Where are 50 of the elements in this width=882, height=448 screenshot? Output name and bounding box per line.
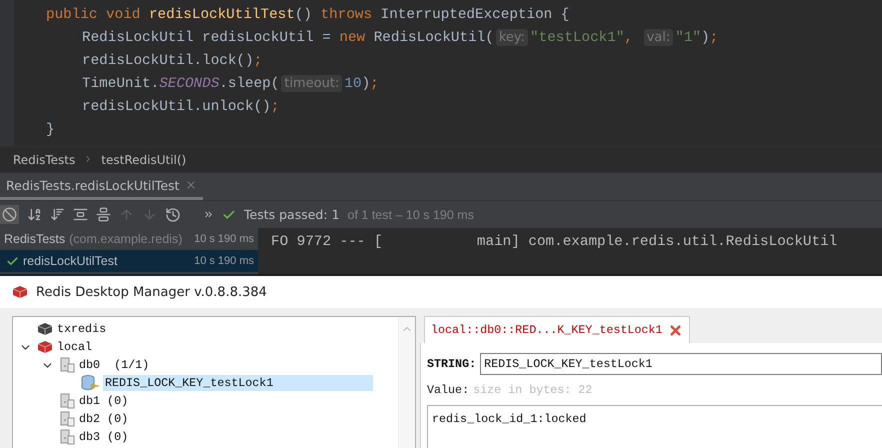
tree-item[interactable]: txredis	[57, 322, 106, 336]
test-duration: 10 s 190 ms	[194, 233, 254, 245]
tree-item[interactable]: db0 (1/1)	[79, 358, 150, 372]
close-icon[interactable]	[668, 322, 684, 338]
test-tree-row[interactable]: redisLockUtilTest 10 s 190 ms	[0, 250, 258, 272]
tree-item[interactable]: REDIS_LOCK_KEY_testLock1	[103, 375, 374, 391]
more-chevrons-icon[interactable]	[203, 209, 214, 220]
test-count: 1	[332, 207, 340, 222]
database-server-icon	[59, 393, 75, 409]
code-line: RedisLockUtil redisLockUtil = new RedisLockUtil( key: "testLock1", val: "1");	[81, 28, 720, 48]
key-tab[interactable]: local::db0::RED...K_KEY_testLock1	[424, 316, 690, 343]
history-clock-icon[interactable]	[165, 206, 181, 222]
collapse-all-icon[interactable]	[96, 207, 111, 222]
code-line: redisLockUtil.lock();	[81, 52, 264, 70]
window-title: Redis Desktop Manager v.0.8.8.384	[36, 284, 267, 300]
sort-alphabetically-icon[interactable]	[27, 207, 42, 222]
value-field[interactable]: redis_lock_id_1:locked	[427, 405, 882, 448]
tree-item[interactable]: db1 (0)	[79, 394, 128, 408]
test-summary: of 1 test – 10 s 190 ms	[348, 208, 474, 222]
database-server-icon	[59, 411, 75, 427]
scrollbar[interactable]	[398, 317, 415, 448]
value-size-label: size in bytes: 22	[473, 383, 592, 397]
check-icon	[222, 208, 236, 222]
test-package: (com.example.redis)	[69, 232, 182, 246]
code-line: redisLockUtil.unlock();	[81, 98, 280, 116]
tree-item[interactable]: db3 (0)	[79, 430, 128, 444]
code-line: public void redisLockUtilTest() throws InterruptedException {	[45, 6, 570, 24]
app-logo-icon	[12, 285, 28, 299]
breadcrumb-item[interactable]: testRedisUtil()	[101, 152, 186, 166]
test-name: redisLockUtilTest	[23, 254, 118, 268]
test-status: Tests passed:	[244, 207, 328, 222]
test-name: RedisTests	[4, 232, 66, 246]
database-server-icon	[59, 429, 75, 445]
sort-by-duration-icon[interactable]	[50, 207, 65, 222]
console-line: FO 9772 --- [ main] com.example.redis.util.RedisLockUtil	[270, 233, 838, 252]
check-icon	[6, 254, 19, 268]
database-key-icon	[81, 375, 99, 391]
value-label: Value:	[427, 383, 470, 397]
tree-item[interactable]: local	[57, 340, 92, 354]
test-tree-row[interactable]: RedisTests (com.example.redis) 10 s 190 ms	[0, 228, 258, 250]
expand-all-icon[interactable]	[73, 207, 88, 222]
key-name-field[interactable]: REDIS_LOCK_KEY_testLock1	[480, 353, 882, 375]
test-duration: 10 s 190 ms	[194, 255, 254, 267]
tree-item[interactable]: db2 (0)	[79, 412, 128, 426]
code-line: TimeUnit.SECONDS.sleep( timeout: 10);	[81, 74, 380, 94]
code-line: }	[45, 120, 56, 140]
key-type-label: STRING:	[427, 357, 476, 371]
breadcrumb-item[interactable]: RedisTests	[13, 152, 76, 166]
database-server-icon	[59, 357, 75, 373]
stop-icon[interactable]	[0, 205, 19, 224]
